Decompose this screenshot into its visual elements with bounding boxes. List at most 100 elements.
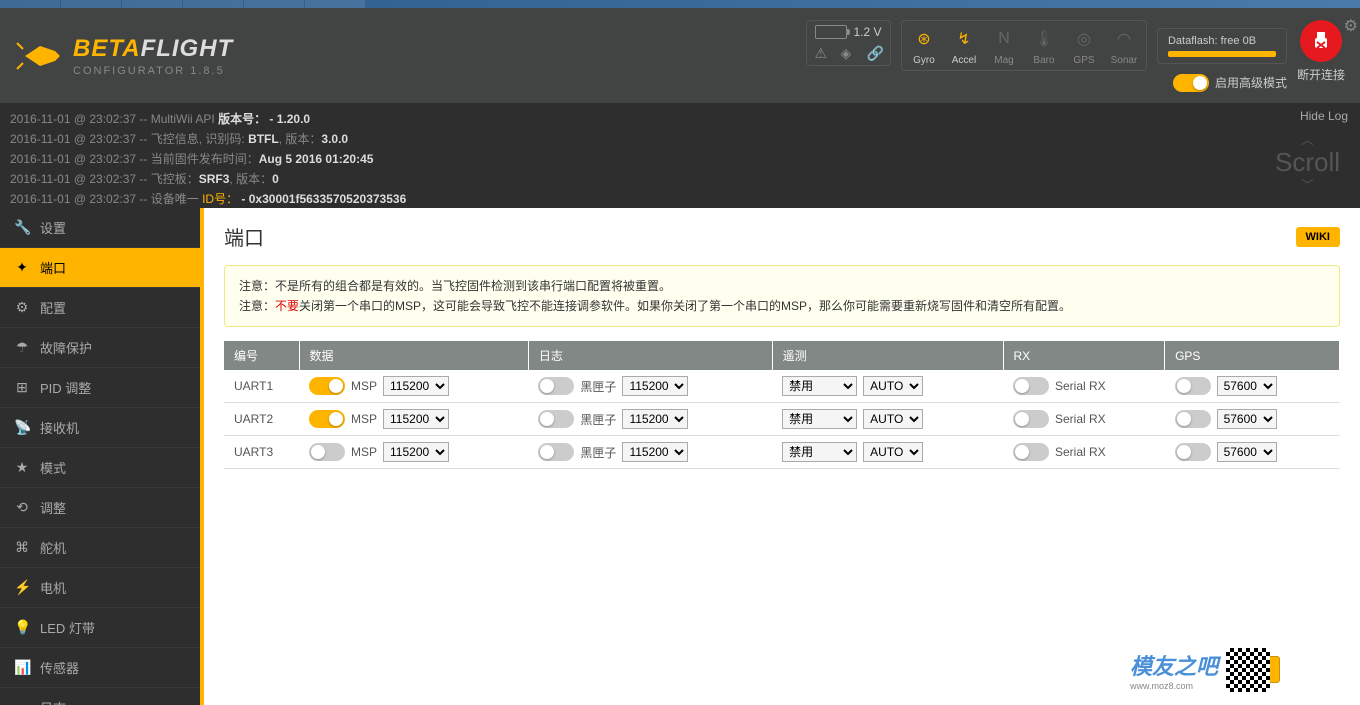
- blackbox-toggle[interactable]: [538, 377, 574, 395]
- nav-icon: ⟲: [14, 499, 30, 516]
- nav-label: 日志: [40, 698, 66, 705]
- log-panel: Hide Log ︿Scroll﹀ 2016-11-01 @ 23:02:37 …: [0, 103, 1360, 208]
- telemetry-baud-select[interactable]: AUTO: [863, 376, 923, 396]
- blackbox-toggle[interactable]: [538, 410, 574, 428]
- nav-label: 端口: [40, 258, 66, 277]
- dataflash-indicator[interactable]: Dataflash: free 0B: [1157, 28, 1287, 64]
- blackbox-label: 黑匣子: [580, 378, 616, 395]
- telemetry-select[interactable]: 禁用: [782, 409, 857, 429]
- nav-icon: ☂: [14, 339, 30, 356]
- log-line: 2016-11-01 @ 23:02:37 -- 飞控信息, 识别码: BTFL…: [10, 129, 1350, 149]
- telemetry-baud-select[interactable]: AUTO: [863, 442, 923, 462]
- nav-icon: 🔧: [14, 219, 30, 236]
- serialrx-toggle[interactable]: [1013, 410, 1049, 428]
- nav-label: 电机: [40, 578, 66, 597]
- sidebar-item-7[interactable]: ⟲ 调整: [0, 488, 200, 528]
- gps-icon: ◎: [1070, 25, 1098, 53]
- nav-icon: 📊: [14, 659, 30, 676]
- col-telem: 遥测: [772, 341, 1003, 370]
- gps-toggle[interactable]: [1175, 377, 1211, 395]
- msp-toggle[interactable]: [309, 443, 345, 461]
- blackbox-toggle[interactable]: [538, 443, 574, 461]
- sidebar-item-0[interactable]: 🔧 设置: [0, 208, 200, 248]
- port-id: UART3: [224, 436, 299, 469]
- nav-icon: ✦: [14, 259, 30, 276]
- log-line: 2016-11-01 @ 23:02:37 -- 当前固件发布时间：Aug 5 …: [10, 149, 1350, 169]
- bee-icon: [15, 31, 65, 81]
- gps-baud-select[interactable]: 57600: [1217, 442, 1277, 462]
- telemetry-baud-select[interactable]: AUTO: [863, 409, 923, 429]
- expert-mode-toggle[interactable]: 启用高级模式: [1173, 74, 1287, 92]
- blackbox-label: 黑匣子: [580, 411, 616, 428]
- nav-icon: ⚙: [14, 299, 30, 316]
- col-rx: RX: [1003, 341, 1165, 370]
- sidebar-item-1[interactable]: ✦ 端口: [0, 248, 200, 288]
- serialrx-toggle[interactable]: [1013, 443, 1049, 461]
- gps-baud-select[interactable]: 57600: [1217, 376, 1277, 396]
- gps-baud-select[interactable]: 57600: [1217, 409, 1277, 429]
- nav-icon: 💡: [14, 619, 30, 636]
- sensor-gyro: ⊛ Gyro: [910, 25, 938, 66]
- disconnect-button[interactable]: 断开连接: [1297, 20, 1345, 83]
- scroll-indicator[interactable]: ︿Scroll﹀: [1275, 133, 1340, 192]
- gps-toggle[interactable]: [1175, 443, 1211, 461]
- col-id: 编号: [224, 341, 299, 370]
- msp-baud-select[interactable]: 115200: [383, 442, 449, 462]
- gps-toggle[interactable]: [1175, 410, 1211, 428]
- sidebar-item-5[interactable]: 📡 接收机: [0, 408, 200, 448]
- nav-icon: ⚡: [14, 579, 30, 596]
- serialrx-label: Serial RX: [1055, 445, 1106, 459]
- os-taskbar: [0, 0, 1360, 8]
- sidebar-item-9[interactable]: ⚡ 电机: [0, 568, 200, 608]
- sidebar-nav: 🔧 设置 ✦ 端口 ⚙ 配置 ☂ 故障保护 ⊞ PID 调整 📡 接收机 ★ 模…: [0, 208, 200, 705]
- msp-label: MSP: [351, 445, 377, 459]
- telemetry-select[interactable]: 禁用: [782, 376, 857, 396]
- log-line: 2016-11-01 @ 23:02:37 -- 设备唯一 ID号： - 0x3…: [10, 189, 1350, 209]
- port-row-UART3: UART3 MSP 115200 黑匣子 115200 禁用 AUTO Seri…: [224, 436, 1340, 469]
- sidebar-item-10[interactable]: 💡 LED 灯带: [0, 608, 200, 648]
- hide-log-button[interactable]: Hide Log: [1300, 109, 1348, 123]
- signal-icon: ◈: [840, 45, 856, 61]
- nav-icon: ★: [14, 459, 30, 476]
- serialrx-label: Serial RX: [1055, 379, 1106, 393]
- nav-label: 配置: [40, 298, 66, 317]
- msp-baud-select[interactable]: 115200: [383, 409, 449, 429]
- msp-label: MSP: [351, 379, 377, 393]
- port-row-UART1: UART1 MSP 115200 黑匣子 115200 禁用 AUTO Seri…: [224, 370, 1340, 403]
- battery-icon: [815, 25, 847, 39]
- gyro-icon: ⊛: [910, 25, 938, 53]
- col-log: 日志: [528, 341, 772, 370]
- msp-toggle[interactable]: [309, 410, 345, 428]
- sidebar-item-3[interactable]: ☂ 故障保护: [0, 328, 200, 368]
- log-line: 2016-11-01 @ 23:02:37 -- 飞控板：SRF3, 版本：0: [10, 169, 1350, 189]
- sonar-icon: ◠: [1110, 25, 1138, 53]
- sidebar-item-8[interactable]: ⌘ 舵机: [0, 528, 200, 568]
- sidebar-item-12[interactable]: ≡ 日志: [0, 688, 200, 705]
- blackbox-baud-select[interactable]: 115200: [622, 376, 688, 396]
- sidebar-item-11[interactable]: 📊 传感器: [0, 648, 200, 688]
- warning-note: 注意：不是所有的组合都是有效的。当飞控固件检测到该串行端口配置将被重置。 注意：…: [224, 265, 1340, 327]
- sidebar-item-4[interactable]: ⊞ PID 调整: [0, 368, 200, 408]
- sensor-mag: N Mag: [990, 25, 1018, 66]
- nav-icon: ⌘: [14, 539, 30, 556]
- usb-icon: [1310, 30, 1332, 52]
- msp-toggle[interactable]: [309, 377, 345, 395]
- telemetry-select[interactable]: 禁用: [782, 442, 857, 462]
- nav-icon: ⊞: [14, 379, 30, 396]
- col-gps: GPS: [1165, 341, 1340, 370]
- wiki-button[interactable]: WIKI: [1296, 227, 1340, 247]
- blackbox-baud-select[interactable]: 115200: [622, 409, 688, 429]
- nav-label: LED 灯带: [40, 618, 95, 637]
- sidebar-item-6[interactable]: ★ 模式: [0, 448, 200, 488]
- logo: BETAFLIGHT CONFIGURATOR 1.8.5: [15, 31, 233, 81]
- col-data: 数据: [299, 341, 528, 370]
- settings-gear-icon[interactable]: ⚙: [1344, 16, 1358, 36]
- nav-label: PID 调整: [40, 378, 91, 397]
- toggle-icon[interactable]: [1173, 74, 1209, 92]
- blackbox-baud-select[interactable]: 115200: [622, 442, 688, 462]
- nav-label: 传感器: [40, 658, 79, 677]
- sidebar-item-2[interactable]: ⚙ 配置: [0, 288, 200, 328]
- serialrx-toggle[interactable]: [1013, 377, 1049, 395]
- port-id: UART2: [224, 403, 299, 436]
- msp-baud-select[interactable]: 115200: [383, 376, 449, 396]
